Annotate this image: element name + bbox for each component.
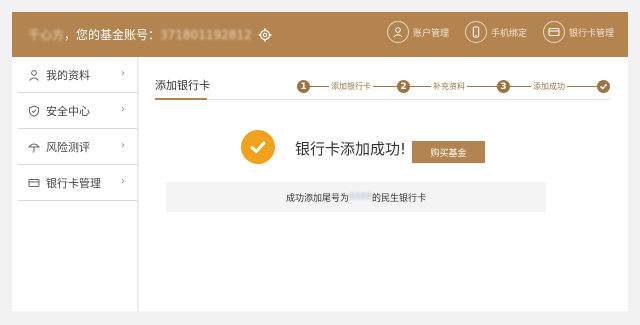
account-number: 371801192812 xyxy=(160,27,252,42)
chevron-right-icon: › xyxy=(121,176,125,187)
step-2-number: 2 xyxy=(397,80,410,93)
shield-icon xyxy=(28,104,40,117)
nav-phone-binding[interactable]: 手机绑定 xyxy=(464,21,527,43)
progress-steps: 1 添加银行卡 2 补充资料 3 添加成功 xyxy=(297,80,611,94)
sidebar-item-bank-card[interactable]: 银行卡管理 › xyxy=(18,165,137,201)
nav-label: 手机绑定 xyxy=(490,28,527,39)
buy-fund-button[interactable]: 购买基金 xyxy=(412,141,485,163)
nav-label: 账户管理 xyxy=(412,28,449,39)
check-icon xyxy=(597,80,610,93)
success-check-icon xyxy=(241,130,275,164)
nav-bank-card-management[interactable]: 银行卡管理 xyxy=(542,21,614,43)
card-tail-number: 8888 xyxy=(349,192,372,202)
user-icon xyxy=(386,21,409,43)
success-title: 银行卡添加成功! xyxy=(295,140,407,158)
chevron-right-icon: › xyxy=(121,68,125,79)
nav-label: 银行卡管理 xyxy=(568,28,614,39)
umbrella-icon xyxy=(28,141,40,153)
tab-divider xyxy=(155,99,611,100)
main-panel: 添加银行卡 1 添加银行卡 2 补充资料 3 添加成功 银行卡添加成功! 购买基… xyxy=(139,57,628,311)
success-notice: 成功添加尾号为 8888 的民生银行卡 xyxy=(166,182,546,212)
sidebar: 我的资料 › 安全中心 › 风险测评 › 银行卡管理 › xyxy=(12,57,138,311)
card-icon xyxy=(28,177,40,189)
tab-add-bank-card[interactable]: 添加银行卡 xyxy=(155,77,210,93)
sidebar-item-security[interactable]: 安全中心 › xyxy=(18,93,137,129)
sidebar-item-label: 风险测评 xyxy=(46,140,90,154)
sidebar-item-profile[interactable]: 我的资料 › xyxy=(18,57,137,93)
step-3-number: 3 xyxy=(497,80,510,93)
notice-prefix: 成功添加尾号为 xyxy=(286,193,350,204)
sidebar-item-risk-assessment[interactable]: 风险测评 › xyxy=(18,129,137,165)
user-icon xyxy=(28,69,40,81)
top-nav: 账户管理 手机绑定 银行卡管理 xyxy=(386,21,614,43)
account-label: ，您的基金账号： xyxy=(64,28,161,42)
sidebar-item-label: 安全中心 xyxy=(46,104,90,118)
sidebar-item-label: 银行卡管理 xyxy=(46,176,101,190)
tab-active-underline xyxy=(155,98,207,100)
step-3-label: 添加成功 xyxy=(531,81,567,92)
account-info: 千心方 ，您的基金账号： 371801192812 xyxy=(28,26,272,43)
phone-icon xyxy=(464,21,487,43)
sidebar-item-label: 我的资料 xyxy=(46,68,90,82)
step-2-label: 补充资料 xyxy=(431,81,467,92)
nav-account-management[interactable]: 账户管理 xyxy=(386,21,449,43)
step-1-number: 1 xyxy=(297,80,310,93)
account-name: 千心方 xyxy=(28,28,65,42)
top-bar: 千心方 ，您的基金账号： 371801192812 账户管理 手机绑定 银行卡管… xyxy=(12,12,628,57)
step-1-label: 添加银行卡 xyxy=(329,81,373,92)
card-icon xyxy=(542,21,565,43)
gear-icon[interactable] xyxy=(258,28,272,42)
notice-suffix: 的民生银行卡 xyxy=(371,193,426,204)
chevron-right-icon: › xyxy=(121,140,125,151)
chevron-right-icon: › xyxy=(121,104,125,115)
